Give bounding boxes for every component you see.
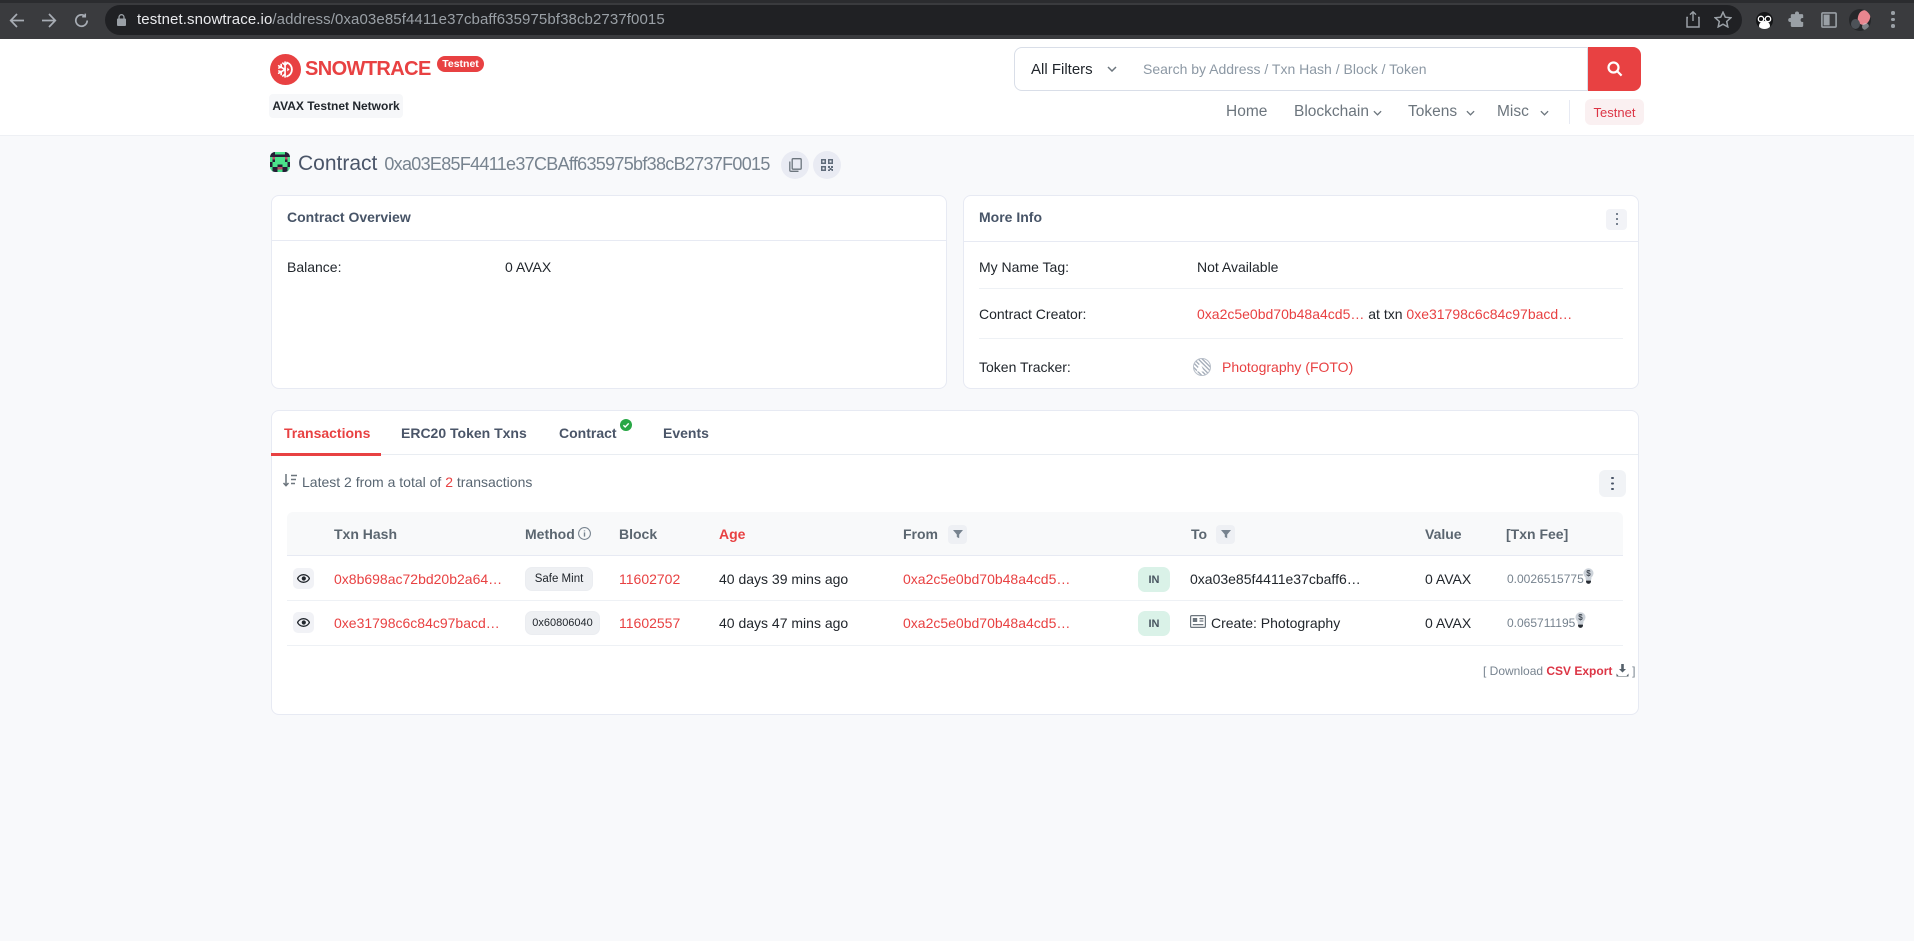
svg-text:$: $ (1578, 613, 1583, 622)
svg-text:$: $ (1586, 569, 1591, 578)
